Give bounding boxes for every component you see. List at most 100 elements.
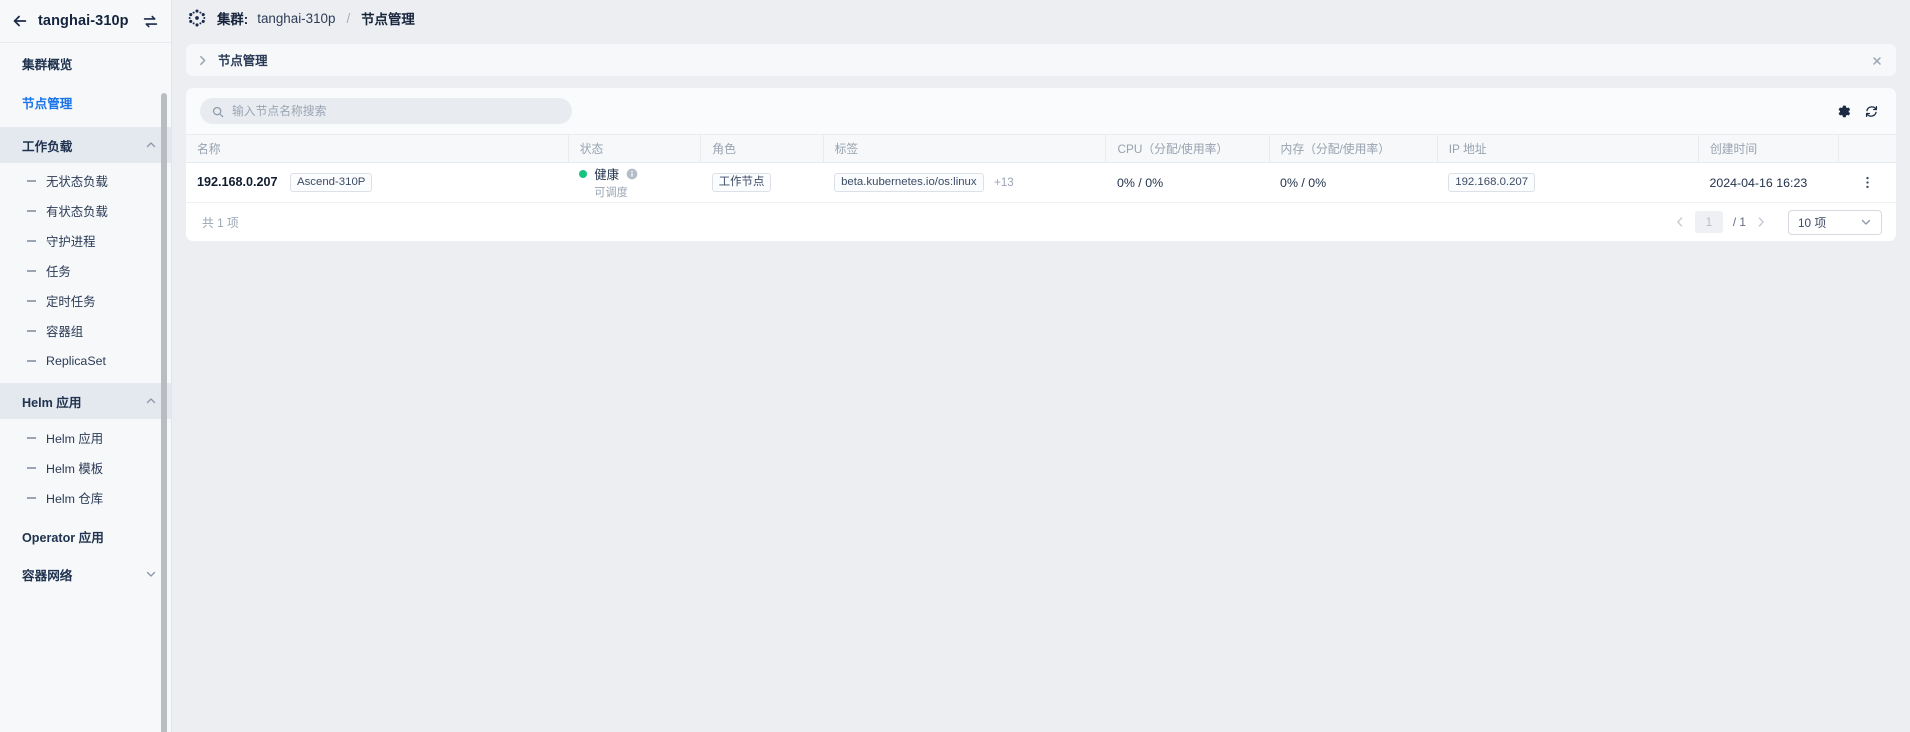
sidebar-item-label: Helm 模板	[46, 459, 103, 477]
node-name[interactable]: 192.168.0.207	[197, 175, 278, 189]
kebab-menu-icon[interactable]	[1859, 175, 1875, 191]
sidebar-item-label: Operator 应用	[22, 527, 104, 546]
page-title: 节点管理	[218, 51, 1871, 69]
refresh-icon[interactable]	[1862, 102, 1880, 120]
label-more-count[interactable]: +13	[994, 176, 1014, 189]
switch-cluster-icon[interactable]	[141, 12, 159, 30]
column-header-ip[interactable]: IP 地址	[1437, 135, 1698, 163]
sidebar-item-label: 集群概览	[22, 54, 72, 73]
sidebar-item-label: 任务	[46, 262, 71, 280]
column-header-role[interactable]: 角色	[701, 135, 823, 163]
cell-ip: 192.168.0.207	[1437, 163, 1698, 203]
node-type-chip: Ascend-310P	[290, 173, 372, 192]
chevron-down-icon	[145, 568, 157, 580]
label-chip: beta.kubernetes.io/os:linux	[834, 173, 984, 192]
breadcrumb-separator: /	[346, 11, 350, 26]
page-size-select[interactable]: 10 项	[1788, 210, 1882, 235]
cell-created: 2024-04-16 16:23	[1698, 163, 1838, 203]
info-icon[interactable]	[626, 168, 638, 180]
sidebar-item-deployments[interactable]: 无状态负载	[0, 166, 171, 196]
chevron-right-icon[interactable]	[1754, 215, 1768, 229]
bullet-dash-icon	[27, 330, 36, 331]
sidebar-item-label: 节点管理	[22, 93, 72, 112]
page-size-value: 10 项	[1798, 214, 1860, 231]
column-header-memory[interactable]: 内存（分配/使用率）	[1269, 135, 1437, 163]
sidebar-group-workloads[interactable]: 工作负载	[0, 127, 171, 163]
table-footer: 共 1 项 1 / 1 10 项	[186, 203, 1896, 241]
cell-cpu: 0% / 0%	[1106, 163, 1269, 203]
sidebar-item-jobs[interactable]: 任务	[0, 256, 171, 286]
table-body: 192.168.0.207 Ascend-310P 健康	[186, 163, 1896, 203]
sidebar-item-helm-templates[interactable]: Helm 模板	[0, 453, 171, 483]
sidebar-scrollbar[interactable]	[161, 93, 167, 732]
sidebar-group-network[interactable]: 容器网络	[0, 555, 171, 593]
cell-name: 192.168.0.207 Ascend-310P	[186, 163, 568, 203]
bullet-dash-icon	[27, 497, 36, 498]
table-toolbar	[186, 88, 1896, 134]
role-chip: 工作节点	[712, 173, 772, 192]
breadcrumb: 集群: tanghai-310p / 节点管理	[172, 0, 1910, 36]
chevron-up-icon	[145, 395, 157, 407]
sidebar-item-label: 定时任务	[46, 292, 96, 310]
sidebar-group-label: Helm 应用	[22, 392, 145, 411]
node-table: 名称 状态 角色 标签 CPU（分配/使用率） 内存（分配/使用率） IP 地址…	[186, 134, 1896, 203]
cell-memory: 0% / 0%	[1269, 163, 1437, 203]
arrow-left-icon[interactable]	[10, 11, 30, 31]
bullet-dash-icon	[27, 437, 36, 438]
status-badge: 健康	[579, 165, 690, 183]
sidebar-group-helm[interactable]: Helm 应用	[0, 383, 171, 419]
sidebar-item-nodes[interactable]: 节点管理	[0, 88, 171, 117]
sidebar-item-label: ReplicaSet	[46, 354, 106, 368]
search-input[interactable]	[232, 104, 560, 118]
close-icon[interactable]	[1871, 54, 1884, 67]
table-header-row: 名称 状态 角色 标签 CPU（分配/使用率） 内存（分配/使用率） IP 地址…	[186, 135, 1896, 163]
cell-status: 健康 可调度	[568, 163, 701, 203]
chevron-down-icon	[1860, 216, 1872, 228]
sidebar-group-label: 工作负载	[22, 136, 145, 155]
sidebar-item-helm-apps[interactable]: Helm 应用	[0, 423, 171, 453]
app-root: tanghai-310p 集群概览 节点管理 工作负载	[0, 0, 1910, 732]
column-header-created[interactable]: 创建时间	[1698, 135, 1838, 163]
status-dot-icon	[579, 170, 587, 178]
cluster-name: tanghai-310p	[38, 13, 133, 29]
table-row[interactable]: 192.168.0.207 Ascend-310P 健康	[186, 163, 1896, 203]
bullet-dash-icon	[27, 360, 36, 361]
sidebar-header: tanghai-310p	[0, 0, 171, 42]
total-count: 共 1 项	[202, 214, 239, 231]
table-header: 名称 状态 角色 标签 CPU（分配/使用率） 内存（分配/使用率） IP 地址…	[186, 135, 1896, 163]
column-header-cpu[interactable]: CPU（分配/使用率）	[1106, 135, 1269, 163]
chevron-right-icon[interactable]	[196, 54, 209, 67]
sidebar-item-cronjobs[interactable]: 定时任务	[0, 286, 171, 316]
cell-role: 工作节点	[701, 163, 823, 203]
sidebar-item-replicaset[interactable]: ReplicaSet	[0, 346, 171, 376]
breadcrumb-label: 集群:	[217, 8, 248, 28]
bullet-dash-icon	[27, 240, 36, 241]
cluster-logo-icon	[186, 7, 208, 29]
column-header-labels[interactable]: 标签	[823, 135, 1106, 163]
sidebar-nav: 集群概览 节点管理 工作负载 无状态负载 有状态负载 守护进程	[0, 42, 171, 732]
bullet-dash-icon	[27, 300, 36, 301]
sidebar-item-pods[interactable]: 容器组	[0, 316, 171, 346]
pagination: 1 / 1 10 项	[1673, 210, 1882, 235]
status-subtext: 可调度	[594, 184, 690, 200]
current-page-input[interactable]: 1	[1695, 211, 1723, 233]
sidebar-item-label: Helm 应用	[46, 429, 103, 447]
sidebar-item-operator-apps[interactable]: Operator 应用	[0, 517, 171, 555]
sidebar-item-statefulsets[interactable]: 有状态负载	[0, 196, 171, 226]
status-text: 健康	[594, 165, 619, 183]
cell-labels: beta.kubernetes.io/os:linux +13	[823, 163, 1106, 203]
breadcrumb-cluster[interactable]: tanghai-310p	[257, 11, 335, 26]
search-box[interactable]	[200, 98, 572, 124]
sidebar-item-overview[interactable]: 集群概览	[0, 49, 171, 78]
gear-icon[interactable]	[1834, 102, 1852, 120]
sidebar: tanghai-310p 集群概览 节点管理 工作负载	[0, 0, 172, 732]
sidebar-item-daemonsets[interactable]: 守护进程	[0, 226, 171, 256]
cell-actions	[1839, 163, 1896, 203]
bullet-dash-icon	[27, 270, 36, 271]
column-header-name[interactable]: 名称	[186, 135, 568, 163]
chevron-left-icon[interactable]	[1673, 215, 1687, 229]
sidebar-item-helm-repos[interactable]: Helm 仓库	[0, 483, 171, 513]
node-list-card: 名称 状态 角色 标签 CPU（分配/使用率） 内存（分配/使用率） IP 地址…	[186, 88, 1896, 241]
sidebar-item-label: 有状态负载	[46, 202, 108, 220]
column-header-status[interactable]: 状态	[568, 135, 701, 163]
